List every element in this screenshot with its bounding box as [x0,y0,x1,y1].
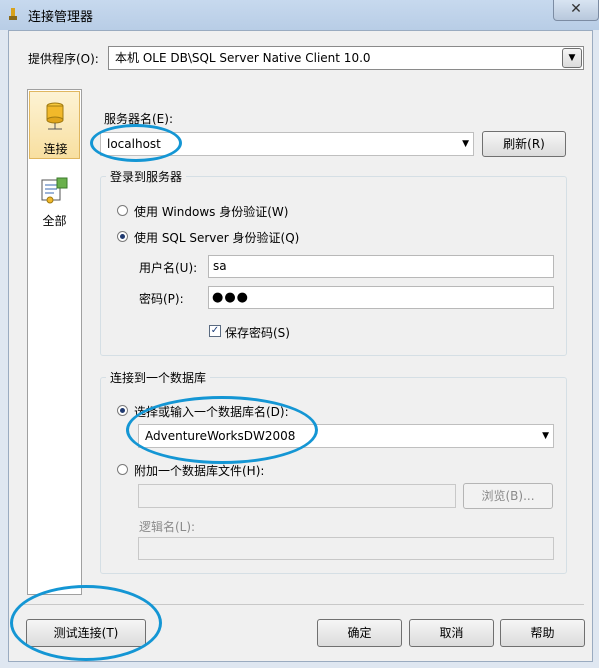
database-name-value: AdventureWorksDW2008 [145,429,296,443]
attach-file-radio[interactable] [117,464,128,475]
logical-name-label: 逻辑名(L): [139,520,196,534]
username-field[interactable]: sa [208,255,554,278]
browse-button[interactable]: 浏览(B)... [463,483,553,509]
provider-dropdown-button[interactable]: ▼ [562,48,582,68]
password-value: ●●● [212,290,250,305]
close-button[interactable]: ✕ [553,0,599,21]
sql-auth-radio[interactable] [117,231,128,242]
sidebar-item-label: 连接 [43,142,68,156]
page-selector: 连接 全部 [27,89,82,595]
sql-auth-label: 使用 SQL Server 身份验证(Q) [134,231,300,245]
provider-label: 提供程序(O): [28,52,99,66]
select-database-radio[interactable] [117,405,128,416]
chevron-down-icon[interactable]: ▼ [462,133,469,155]
app-icon [9,8,17,20]
connection-icon [46,102,64,130]
sidebar-item-all[interactable]: 全部 [29,174,80,234]
windows-auth-radio[interactable] [117,205,128,216]
attach-file-label: 附加一个数据库文件(H): [134,464,265,478]
all-properties-icon [41,177,68,204]
database-name-select[interactable]: AdventureWorksDW2008 ▼ [138,424,554,448]
test-connection-button[interactable]: 测试连接(T) [26,619,146,647]
title-bar: 连接管理器 ✕ [0,0,599,30]
close-icon: ✕ [570,1,582,17]
server-name-input[interactable]: localhost ▼ [100,132,474,156]
provider-select[interactable]: 本机 OLE DB\SQL Server Native Client 10.0 … [108,46,584,70]
password-field[interactable]: ●●● [208,286,554,309]
save-password-checkbox[interactable]: ✓ [209,325,221,337]
cancel-button[interactable]: 取消 [409,619,494,647]
username-label: 用户名(U): [139,261,198,275]
chevron-down-icon: ▼ [568,53,576,63]
password-label: 密码(P): [139,292,184,306]
sidebar-item-label: 全部 [42,214,67,228]
provider-value: 本机 OLE DB\SQL Server Native Client 10.0 [115,51,371,65]
chevron-down-icon[interactable]: ▼ [542,425,549,447]
database-group-title: 连接到一个数据库 [106,369,211,386]
refresh-button[interactable]: 刷新(R) [482,131,566,157]
attach-file-field[interactable] [138,484,456,508]
footer-divider [24,604,584,605]
ok-button[interactable]: 确定 [317,619,402,647]
window-title: 连接管理器 [28,10,94,25]
check-icon: ✓ [210,325,220,336]
help-button[interactable]: 帮助 [500,619,585,647]
sidebar-item-connection[interactable]: 连接 [29,91,80,159]
username-value: sa [213,259,227,273]
save-password-label: 保存密码(S) [225,326,290,340]
logical-name-field[interactable] [138,537,554,560]
server-name-value: localhost [107,137,161,151]
select-database-label: 选择或输入一个数据库名(D): [134,405,289,419]
login-group-title: 登录到服务器 [106,168,187,185]
windows-auth-label: 使用 Windows 身份验证(W) [134,205,289,219]
server-name-label: 服务器名(E): [104,112,173,126]
